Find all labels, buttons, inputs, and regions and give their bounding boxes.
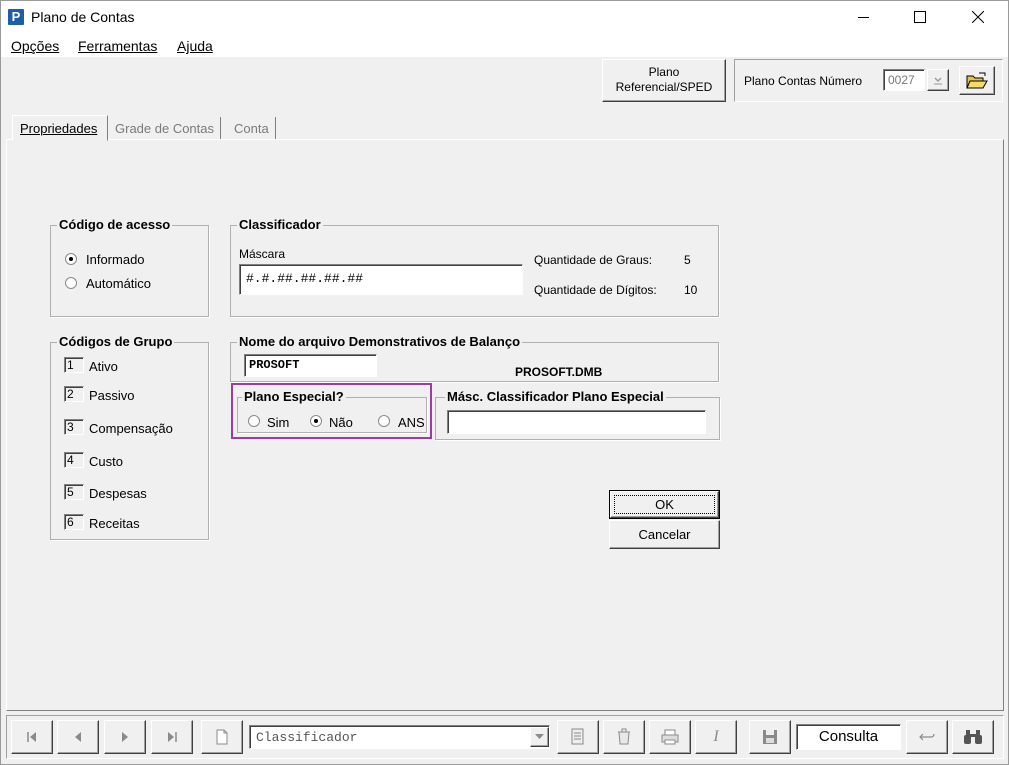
grupo-compensacao-label: Compensação xyxy=(89,421,173,436)
radio-sim[interactable] xyxy=(248,415,260,427)
first-record-button[interactable] xyxy=(11,720,53,754)
open-folder-button[interactable] xyxy=(959,66,995,95)
plano-numero-dropdown[interactable] xyxy=(927,69,949,91)
radio-sim-label: Sim xyxy=(267,415,290,430)
new-record-button[interactable] xyxy=(201,720,243,754)
plano-numero-field[interactable]: 0027 xyxy=(883,69,925,91)
first-icon xyxy=(27,732,36,742)
binoculars-icon xyxy=(964,730,982,744)
window-title: Plano de Contas xyxy=(31,9,135,25)
radio-informado-label: Informado xyxy=(86,252,145,267)
report-icon xyxy=(571,728,584,745)
mascara-label: Máscara xyxy=(239,247,286,261)
arquivo-balanco-legend: Nome do arquivo Demonstrativos de Balanç… xyxy=(237,334,523,349)
graus-value: 5 xyxy=(684,253,691,267)
classificador-combo-dropdown[interactable] xyxy=(530,727,549,747)
save-button[interactable] xyxy=(749,720,791,754)
maximize-icon xyxy=(914,11,926,23)
tab-propriedades[interactable]: Propriedades xyxy=(12,115,108,141)
radio-ans-label: ANS xyxy=(398,415,425,430)
edit-button[interactable]: I xyxy=(695,720,737,754)
radio-automatico-label: Automático xyxy=(86,276,152,291)
printer-icon xyxy=(661,729,679,745)
menu-opcoes[interactable]: Opções xyxy=(11,38,59,54)
search-button[interactable] xyxy=(952,720,994,754)
radio-nao-label: Não xyxy=(329,415,353,430)
menu-ajuda[interactable]: Ajuda xyxy=(177,38,213,54)
tab-grade-de-contas[interactable]: Grade de Contas xyxy=(109,117,222,139)
grupo-despesas-label: Despesas xyxy=(89,486,147,501)
grupo-custo-num[interactable]: 4 xyxy=(64,452,84,468)
close-icon xyxy=(972,11,984,23)
prev-icon xyxy=(75,732,81,742)
grupo-ativo-num[interactable]: 1 xyxy=(64,357,84,373)
radio-nao[interactable] xyxy=(310,415,322,427)
grupo-ativo-label: Ativo xyxy=(89,359,118,374)
plano-especial-legend: Plano Especial? xyxy=(242,389,346,404)
undo-button[interactable] xyxy=(906,720,948,754)
minimize-icon xyxy=(857,16,869,18)
cancel-button[interactable]: Cancelar xyxy=(609,520,720,549)
radio-informado[interactable] xyxy=(65,253,77,265)
open-folder-icon xyxy=(966,72,988,88)
italic-cursor-icon: I xyxy=(713,728,719,745)
masc-especial-legend: Másc. Classificador Plano Especial xyxy=(445,389,666,404)
app-icon: P xyxy=(8,9,24,25)
classificador-combo[interactable]: Classificador xyxy=(249,725,550,749)
digitos-label: Quantidade de Dígitos: xyxy=(534,283,657,297)
minimize-button[interactable] xyxy=(840,1,886,33)
close-button[interactable] xyxy=(955,1,1001,33)
last-record-button[interactable] xyxy=(151,720,193,754)
print-button[interactable] xyxy=(649,720,691,754)
arquivo-balanco-filename: PROSOFT.DMB xyxy=(515,365,603,379)
ok-button[interactable]: OK xyxy=(609,490,720,519)
mascara-input[interactable]: #.#.##.##.##.## xyxy=(239,264,523,295)
classificador-legend: Classificador xyxy=(237,217,323,232)
tab-conta[interactable]: Conta xyxy=(228,117,276,139)
plano-numero-label: Plano Contas Número xyxy=(744,74,863,88)
masc-especial-input[interactable] xyxy=(447,410,706,434)
mode-indicator: Consulta xyxy=(796,724,901,750)
application-window: P Plano de Contas Opções Ferramentas Aju… xyxy=(0,0,1009,765)
title-bar: P Plano de Contas xyxy=(1,1,1008,33)
next-icon xyxy=(122,732,128,742)
grupo-custo-label: Custo xyxy=(89,454,123,469)
plano-referencial-sped-button[interactable]: Plano Referencial/SPED xyxy=(602,59,726,102)
grupo-passivo-label: Passivo xyxy=(89,388,135,403)
codigo-acesso-group xyxy=(50,225,209,317)
grupo-receitas-num[interactable]: 6 xyxy=(64,514,84,530)
grupo-passivo-num[interactable]: 2 xyxy=(64,386,84,402)
grupo-receitas-label: Receitas xyxy=(89,516,140,531)
radio-automatico[interactable] xyxy=(65,277,77,289)
arrow-down-icon xyxy=(934,77,942,85)
digitos-value: 10 xyxy=(684,283,698,297)
graus-label: Quantidade de Graus: xyxy=(534,253,653,267)
undo-icon xyxy=(919,733,935,741)
plano-numero-panel: Plano Contas Número 0027 xyxy=(734,59,1003,102)
menu-ferramentas[interactable]: Ferramentas xyxy=(78,38,157,54)
report-button[interactable] xyxy=(557,720,599,754)
grupo-compensacao-num[interactable]: 3 xyxy=(64,419,84,435)
last-icon xyxy=(168,732,177,742)
floppy-disk-icon xyxy=(763,730,777,744)
prev-record-button[interactable] xyxy=(57,720,99,754)
codigo-acesso-legend: Código de acesso xyxy=(57,217,173,232)
new-document-icon xyxy=(216,729,228,745)
chevron-down-icon xyxy=(535,734,544,739)
trash-icon xyxy=(618,728,630,745)
maximize-button[interactable] xyxy=(897,1,943,33)
codigos-grupo-legend: Códigos de Grupo xyxy=(57,334,175,349)
delete-button[interactable] xyxy=(603,720,645,754)
grupo-despesas-num[interactable]: 5 xyxy=(64,484,84,500)
next-record-button[interactable] xyxy=(104,720,146,754)
radio-ans[interactable] xyxy=(378,415,390,427)
arquivo-balanco-input[interactable]: PROSOFT xyxy=(244,354,377,377)
